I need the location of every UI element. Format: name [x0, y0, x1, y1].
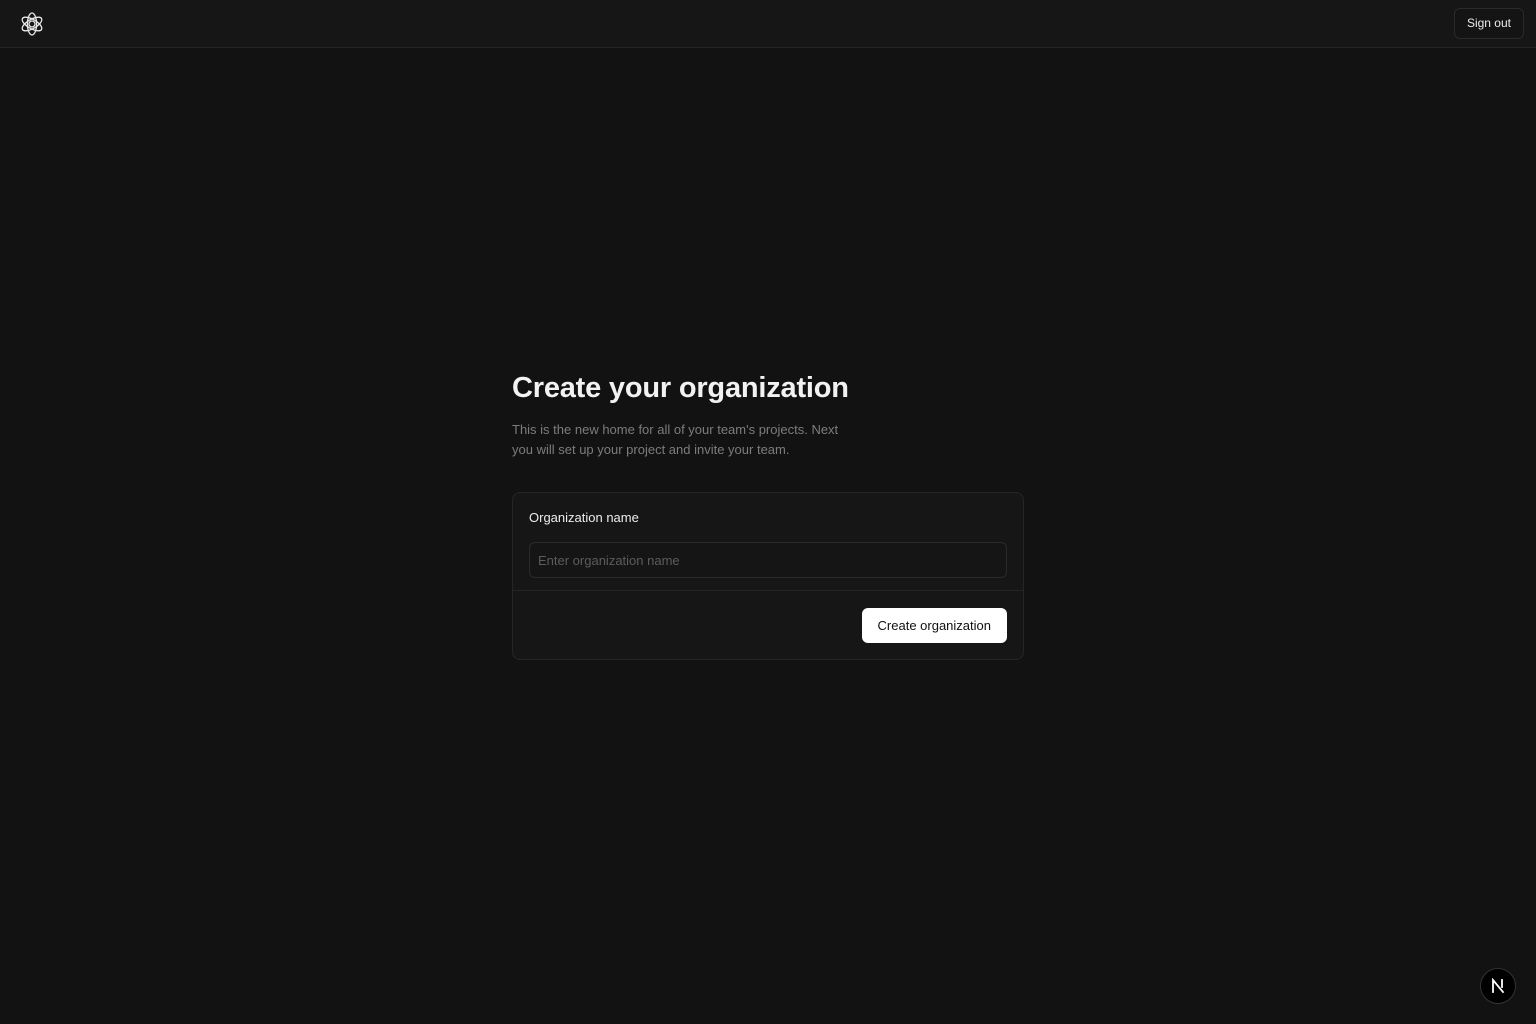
- nextjs-badge[interactable]: [1480, 968, 1516, 1004]
- organization-name-label: Organization name: [529, 510, 639, 525]
- organization-name-input[interactable]: [529, 542, 1007, 578]
- top-bar: Sign out: [0, 0, 1536, 48]
- page-description: This is the new home for all of your tea…: [512, 422, 839, 457]
- flower-logo-icon[interactable]: [19, 11, 45, 37]
- organization-form-card: Organization name Create organization: [512, 492, 1024, 660]
- form-body: Organization name: [513, 493, 1023, 591]
- sign-out-button[interactable]: Sign out: [1453, 8, 1524, 39]
- form-footer: Create organization: [513, 591, 1023, 659]
- create-organization-button[interactable]: Create organization: [861, 608, 1007, 643]
- create-organization-section: Create your organization This is the new…: [512, 370, 1024, 660]
- nextjs-n-icon: [1492, 978, 1505, 994]
- page-title: Create your organization: [512, 372, 849, 404]
